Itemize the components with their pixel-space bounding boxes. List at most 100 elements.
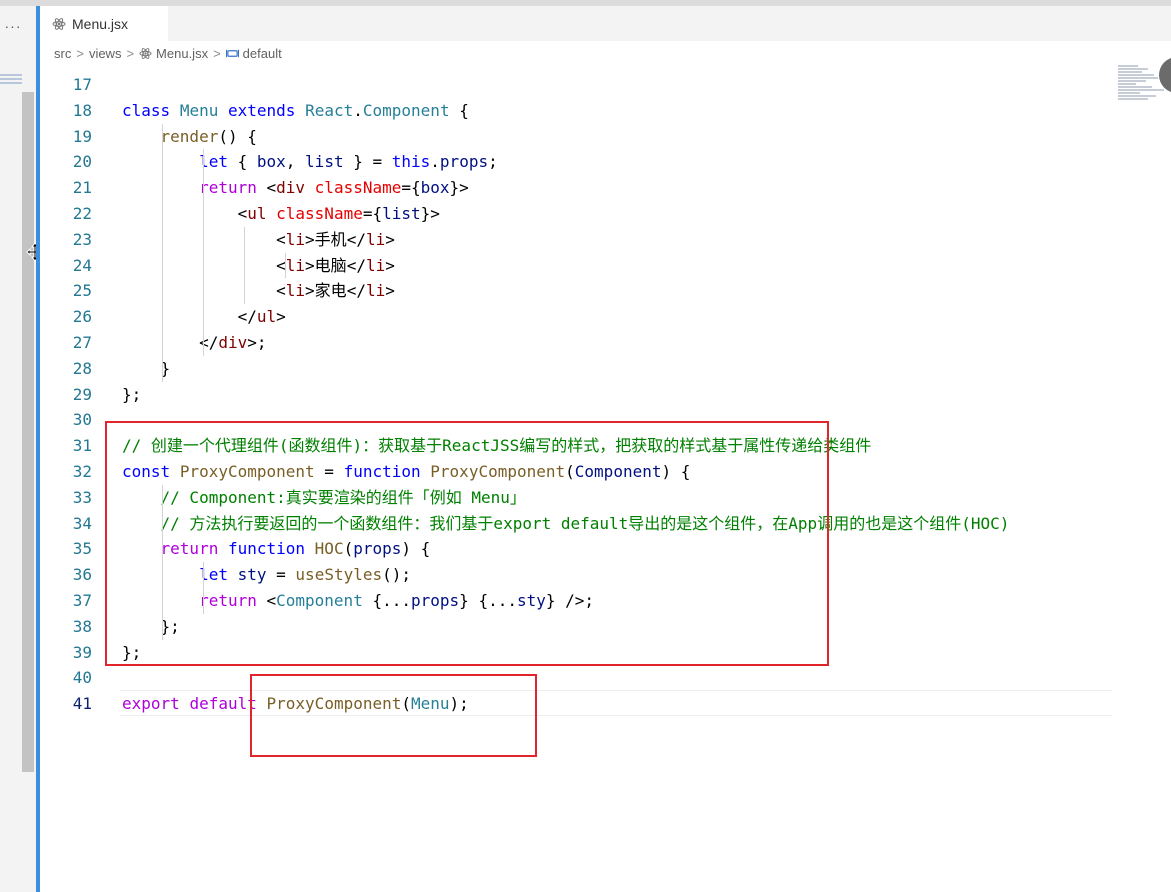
more-actions-button[interactable]: ···: [3, 16, 23, 36]
code-text: let { box, list } = this.props;: [122, 149, 498, 175]
code-token: li: [365, 255, 386, 275]
line-number: 23: [72, 229, 92, 249]
code-token: li: [365, 281, 386, 301]
tab-label: Menu.jsx: [72, 15, 129, 32]
code-token: ,: [285, 152, 306, 172]
code-token: render: [160, 126, 219, 146]
code-token: ={: [362, 204, 383, 223]
line-number: 31: [72, 436, 92, 456]
code-token: className: [276, 204, 363, 223]
tab-bar: Menu.jsx: [40, 6, 1171, 41]
code-line[interactable]: 25 <li>家电</li>: [40, 278, 1112, 304]
code-line[interactable]: 24 <li>电脑</li>: [40, 253, 1112, 279]
code-token: React: [305, 100, 354, 120]
code-text: };: [122, 382, 141, 408]
code-token: 家电: [314, 281, 347, 301]
code-token: li: [285, 255, 306, 275]
indent-guide: [244, 226, 245, 305]
line-number: 40: [72, 668, 92, 688]
code-text: render() {: [122, 124, 257, 150]
code-token: {: [449, 100, 469, 120]
code-line[interactable]: 40: [40, 665, 1112, 691]
breadcrumb-symbol[interactable]: default: [243, 46, 282, 61]
indent-guide: [203, 149, 204, 356]
line-number: 19: [72, 126, 92, 146]
code-line[interactable]: 21 return <div className={box}>: [40, 175, 1112, 201]
code-line[interactable]: 22 <ul className={list}>: [40, 201, 1112, 227]
line-number: 39: [72, 642, 92, 662]
side-panel-scrollbar[interactable]: [22, 92, 34, 772]
code-token: >: [276, 307, 286, 327]
line-number: 18: [72, 100, 92, 120]
code-token: }>: [420, 204, 440, 223]
code-token: props: [439, 152, 489, 172]
code-line[interactable]: 41 export default ProxyComponent(Menu);: [40, 691, 1112, 717]
code-token: >: [305, 255, 315, 275]
code-token: default: [189, 694, 257, 714]
code-token: Component: [362, 100, 450, 120]
code-token: li: [285, 229, 306, 249]
breadcrumb: src > views > Menu.jsx > default: [40, 41, 1171, 65]
code-token: </: [122, 307, 257, 327]
line-number: 27: [72, 333, 92, 352]
code-token: li: [285, 281, 306, 301]
react-icon: [139, 47, 152, 59]
code-token: ={: [401, 178, 421, 198]
line-number: 34: [72, 513, 92, 533]
code-token: >;: [247, 333, 267, 352]
code-text: <ul className={list}>: [122, 201, 440, 227]
code-token: {: [227, 152, 257, 172]
code-line[interactable]: 28 }: [40, 356, 1112, 382]
code-token: .: [353, 100, 363, 120]
code-token: className: [314, 178, 402, 198]
code-token: box: [420, 178, 450, 198]
annotation-box-proxy-component: [105, 421, 829, 666]
line-number: 37: [72, 591, 92, 610]
breadcrumb-file[interactable]: Menu.jsx: [156, 46, 208, 61]
code-token: </: [346, 255, 366, 275]
breadcrumb-separator: >: [76, 45, 84, 61]
tab-menu-jsx[interactable]: Menu.jsx: [40, 6, 168, 41]
breadcrumb-separator: >: [126, 45, 135, 61]
line-number: 20: [72, 152, 92, 172]
code-line[interactable]: 19 render() {: [40, 124, 1112, 150]
code-token: } =: [343, 152, 392, 172]
code-token: >: [385, 255, 395, 275]
code-token: return: [199, 178, 257, 198]
code-token: list: [305, 152, 344, 172]
breadcrumb-views[interactable]: views: [89, 46, 122, 61]
line-number: 35: [72, 539, 92, 559]
code-token: ul: [247, 204, 267, 223]
code-token: <: [122, 204, 248, 223]
line-number: 17: [72, 75, 92, 94]
code-token: class: [122, 100, 171, 120]
annotation-box-export: [250, 674, 537, 757]
code-token: };: [122, 384, 142, 404]
line-number: 21: [72, 178, 92, 198]
code-token: extends: [227, 100, 296, 120]
code-token: div: [276, 178, 306, 198]
code-token: 手机: [314, 229, 347, 249]
code-line[interactable]: 20 let { box, list } = this.props;: [40, 149, 1112, 175]
code-line[interactable]: 18 class Menu extends React.Component {: [40, 98, 1112, 124]
code-line[interactable]: 27 </div>;: [40, 330, 1112, 356]
code-token: >: [305, 229, 315, 249]
code-token: </: [346, 229, 366, 249]
code-token: list: [382, 204, 421, 223]
code-line[interactable]: 23 <li>手机</li>: [40, 227, 1112, 253]
code-line[interactable]: 29};: [40, 382, 1112, 408]
breadcrumb-src[interactable]: src: [54, 46, 71, 61]
code-token: box: [256, 152, 286, 172]
code-token: }>: [449, 178, 469, 198]
code-line[interactable]: 17: [40, 72, 1112, 98]
code-token: >: [385, 281, 395, 301]
line-number: 22: [72, 204, 92, 223]
breadcrumb-separator: >: [213, 45, 221, 61]
code-token: div: [218, 333, 248, 352]
code-text: return <div className={box}>: [122, 175, 469, 201]
code-line[interactable]: 26 </ul>: [40, 304, 1112, 330]
symbol-variable-icon: [225, 49, 239, 57]
